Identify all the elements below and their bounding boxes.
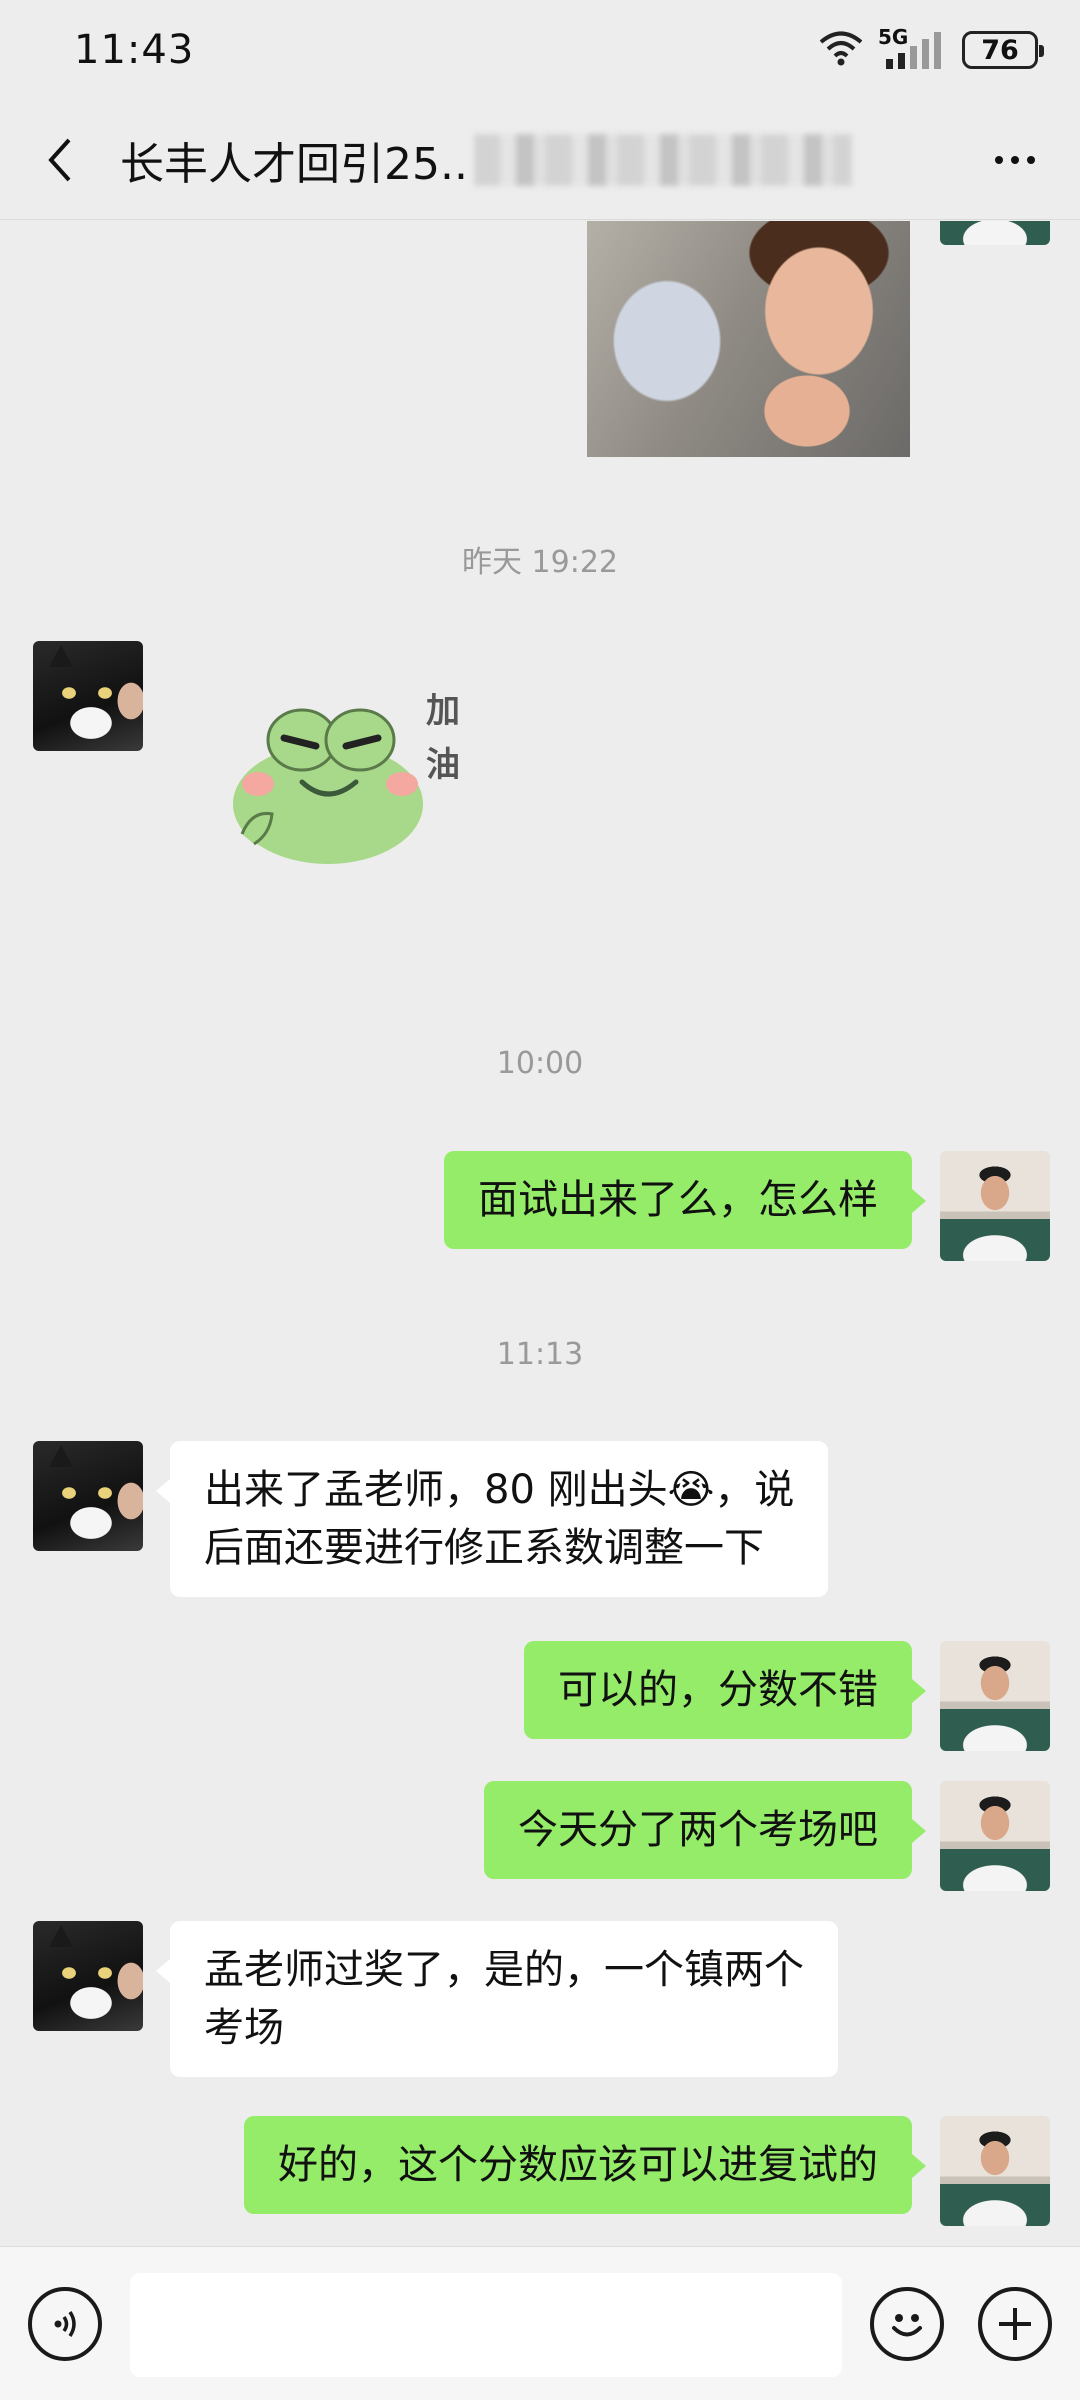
emoji-button[interactable]: [870, 2287, 944, 2361]
plus-button[interactable]: [978, 2287, 1052, 2361]
back-button[interactable]: [0, 100, 120, 220]
contact-avatar[interactable]: [33, 1441, 143, 1551]
blurred-title-region: [473, 133, 852, 186]
timestamp: 昨天 19:22: [462, 545, 618, 580]
timestamp: 11:13: [496, 1337, 584, 1372]
timestamp: 10:00: [496, 1046, 584, 1081]
received-message-bubble[interactable]: 出来了孟老师，80 刚出头😭，说 后面还要进行修正系数调整一下: [155, 1441, 829, 1597]
contact-avatar[interactable]: [33, 641, 143, 751]
plus-icon: [999, 2308, 1031, 2340]
chat-header: 长丰人才回引25..: [0, 100, 1080, 220]
status-time: 11:43: [74, 27, 195, 73]
my-avatar[interactable]: [940, 221, 1050, 245]
contact-avatar[interactable]: [33, 1921, 143, 2031]
sticker-caption: 加 油: [426, 691, 460, 785]
sent-message-bubble[interactable]: 今天分了两个考场吧: [484, 1781, 926, 1879]
chat-title: 长丰人才回引25..: [120, 138, 468, 190]
frog-sticker[interactable]: [232, 684, 432, 864]
chat-message-list[interactable]: 昨天 19:22 加 油 10:00 面试出来了么，怎么样 11:13 出来了孟…: [0, 221, 1080, 2246]
sent-message-bubble[interactable]: 面试出来了么，怎么样: [444, 1151, 926, 1249]
my-avatar[interactable]: [940, 1641, 1050, 1751]
voice-icon: [54, 2311, 76, 2337]
more-options-button[interactable]: [950, 100, 1080, 220]
voice-button[interactable]: [28, 2287, 102, 2361]
dot-icon: [1011, 155, 1019, 164]
my-avatar[interactable]: [940, 2116, 1050, 2226]
my-avatar[interactable]: [940, 1151, 1050, 1261]
dot-icon: [1027, 155, 1035, 164]
status-icons: 5G 76: [818, 25, 1044, 71]
wifi-icon: [818, 29, 864, 71]
sent-message-bubble[interactable]: 好的，这个分数应该可以进复试的: [244, 2116, 926, 2214]
input-bar: [0, 2246, 1080, 2400]
signal-icon: 5G: [878, 25, 948, 71]
battery-indicator: 76: [962, 31, 1044, 69]
message-input[interactable]: [130, 2273, 842, 2377]
status-bar: 11:43 5G 76: [0, 0, 1080, 100]
my-avatar[interactable]: [940, 1781, 1050, 1891]
dot-icon: [995, 155, 1003, 164]
chat-title-wrap: 长丰人才回引25..: [120, 128, 950, 192]
sent-message-bubble[interactable]: 可以的，分数不错: [524, 1641, 926, 1739]
image-message[interactable]: [587, 221, 910, 457]
chevron-left-icon: [48, 138, 71, 181]
emoji-icon: [892, 2314, 922, 2337]
received-message-bubble[interactable]: 孟老师过奖了，是的，一个镇两个 考场: [156, 1921, 838, 2077]
